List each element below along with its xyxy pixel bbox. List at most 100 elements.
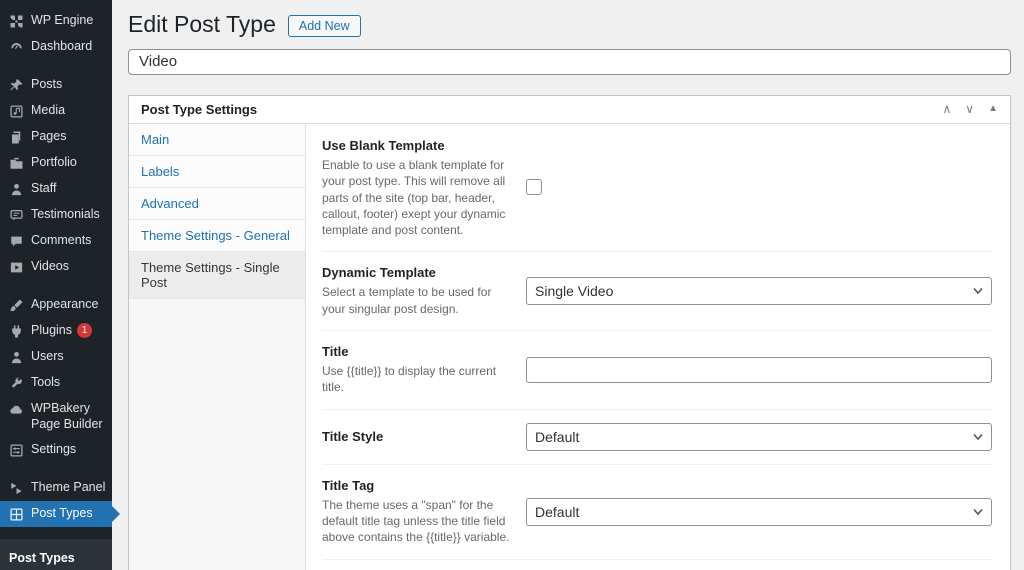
setting-control-col: Default	[526, 497, 992, 526]
tab-theme-settings-general[interactable]: Theme Settings - General	[129, 219, 305, 252]
sidebar-item-label: Appearance	[31, 297, 99, 311]
setting-row-title-tag: Title Tag The theme uses a "span" for the…	[322, 463, 992, 559]
setting-label-col: Dynamic Template Select a template to be …	[322, 265, 510, 317]
sidebar-item-label: Staff	[31, 181, 57, 195]
title-style-select[interactable]: Default	[526, 422, 992, 451]
sidebar-item-dashboard[interactable]: Dashboard	[0, 34, 112, 60]
sidebar-item-label: Comments	[31, 233, 92, 247]
sidebar-item-wp-engine[interactable]: WP Engine	[0, 8, 112, 34]
plugin-icon	[8, 323, 24, 339]
setting-control-col: Default	[526, 422, 992, 451]
settings-rows: Use Blank Template Enable to use a blank …	[306, 124, 1010, 570]
setting-label-col: Title Tag The theme uses a "span" for the…	[322, 478, 510, 546]
sidebar-item-comments[interactable]: Comments	[0, 228, 112, 254]
sidebar-item-pages[interactable]: Pages	[0, 124, 112, 150]
tab-advanced[interactable]: Advanced	[129, 187, 305, 220]
sidebar-item-label: Portfolio	[31, 155, 77, 169]
sidebar-item-post-types[interactable]: Post Types	[0, 501, 120, 528]
setting-description: Use {{title}} to display the current tit…	[322, 364, 497, 395]
select-wrap: Default	[526, 422, 992, 451]
sidebar-item-theme-panel[interactable]: Theme Panel	[0, 475, 112, 501]
setting-description: Enable to use a blank template for your …	[322, 157, 506, 238]
title-input[interactable]	[526, 356, 992, 383]
pages-icon	[8, 129, 24, 145]
metabox-title: Post Type Settings	[141, 101, 258, 117]
dashboard-icon	[8, 39, 24, 55]
sidebar-item-label: Theme Panel	[31, 480, 106, 495]
tab-main[interactable]: Main	[129, 123, 305, 156]
setting-row-dynamic-template: Dynamic Template Select a template to be …	[322, 251, 992, 330]
sidebar-item-staff[interactable]: Staff	[0, 176, 112, 202]
sidebar-item-videos[interactable]: Videos	[0, 254, 112, 280]
tab-labels[interactable]: Labels	[129, 155, 305, 188]
settings-tabs: Main Labels Advanced Theme Settings - Gener…	[129, 123, 306, 570]
sidebar-item-label: Testimonials	[31, 207, 100, 221]
setting-label-col: Use Blank Template Enable to use a blank …	[322, 138, 510, 239]
sidebar-item-media[interactable]: Media	[0, 98, 112, 124]
setting-label: Use Blank Template	[322, 137, 445, 153]
setting-row-layout: LayoutDefault	[322, 558, 992, 570]
page-header: Edit Post Type Add New	[128, 10, 1011, 40]
sidebar-item-settings[interactable]: Settings	[0, 437, 112, 463]
sidebar-item-appearance[interactable]: Appearance	[0, 292, 112, 318]
wrench-icon	[8, 375, 24, 391]
grid-icon	[8, 506, 24, 522]
metabox-handle-actions: ∧ ∨ ▲	[943, 103, 999, 115]
sidebar-item-label: Media	[31, 103, 66, 117]
sidebar-item-label: Videos	[31, 259, 69, 273]
add-new-button[interactable]: Add New	[287, 14, 361, 37]
sidebar-item-label: Tools	[31, 375, 61, 389]
setting-row-use-blank-template: Use Blank Template Enable to use a blank …	[322, 125, 992, 252]
setting-label: Dynamic Template	[322, 265, 436, 281]
wp-engine-icon	[8, 13, 24, 29]
settings-icon	[8, 442, 24, 458]
setting-control-col: Single Video	[526, 277, 992, 306]
toggle-triangle-icon[interactable]: ▲	[988, 104, 998, 114]
sidebar-menu-group: WP Engine Dashboard	[0, 8, 112, 60]
title-tag-select[interactable]: Default	[526, 497, 992, 526]
page-title: Edit Post Type	[128, 11, 276, 37]
tab-theme-settings-single-post[interactable]: Theme Settings - Single Post	[129, 251, 305, 299]
theme-panel-icon	[8, 480, 24, 496]
sidebar-item-testimonials[interactable]: Testimonials	[0, 202, 112, 228]
sidebar-item-label: Post Types	[31, 506, 93, 521]
sidebar-submenu: Post TypesTaxonomies	[0, 539, 112, 570]
sidebar-item-users[interactable]: Users	[0, 344, 112, 370]
testimonial-icon	[8, 207, 24, 223]
sidebar-item-label: Settings	[31, 442, 77, 457]
cloud-icon	[8, 401, 24, 417]
sidebar-item-label: Dashboard	[31, 39, 93, 53]
sidebar-item-plugins[interactable]: Plugins 1	[0, 318, 112, 344]
setting-label: Title	[322, 344, 349, 360]
sidebar-item-label: Posts	[31, 77, 63, 91]
setting-label-col: Title Use {{title}} to display the curren…	[322, 344, 510, 396]
media-icon	[8, 103, 24, 119]
sidebar-item-tools[interactable]: Tools	[0, 370, 112, 396]
setting-description: Select a template to be used for your si…	[322, 285, 492, 316]
sidebar-item-label: Pages	[31, 129, 67, 143]
dynamic-template-select[interactable]: Single Video	[526, 277, 992, 306]
sidebar-item-portfolio[interactable]: Portfolio	[0, 150, 112, 176]
use-blank-template-checkbox[interactable]	[526, 178, 542, 195]
metabox-header: Post Type Settings ∧ ∨ ▲	[129, 96, 1010, 124]
sidebar-menu-group: Appearance Plugins 1 Users Tools WPBakery Pag…	[0, 292, 112, 463]
sidebar-item-label: WPBakery Page Builder	[31, 401, 103, 431]
sidebar-item-posts[interactable]: Posts	[0, 72, 112, 98]
setting-label: Title Style	[322, 429, 384, 445]
chevron-up-icon[interactable]: ∧	[943, 103, 952, 115]
sidebar-menu: WP Engine Dashboard Posts Media Pages Portfol…	[0, 8, 120, 528]
sidebar-item-label: Users	[31, 349, 64, 363]
post-type-name-input[interactable]	[128, 48, 1011, 75]
user-icon	[8, 349, 24, 365]
setting-control-col	[526, 356, 992, 383]
staff-icon	[8, 181, 24, 197]
portfolio-icon	[8, 155, 24, 171]
submenu-item-post-types[interactable]: Post Types	[0, 546, 112, 570]
setting-row-title: Title Use {{title}} to display the curren…	[322, 330, 992, 409]
chevron-down-icon[interactable]: ∨	[965, 103, 974, 115]
sidebar-item-label: Plugins	[31, 323, 72, 337]
update-count-badge: 1	[77, 323, 92, 338]
select-wrap: Default	[526, 497, 992, 526]
sidebar-item-wpbakery-page-builder[interactable]: WPBakery Page Builder	[0, 396, 112, 437]
select-wrap: Single Video	[526, 277, 992, 306]
